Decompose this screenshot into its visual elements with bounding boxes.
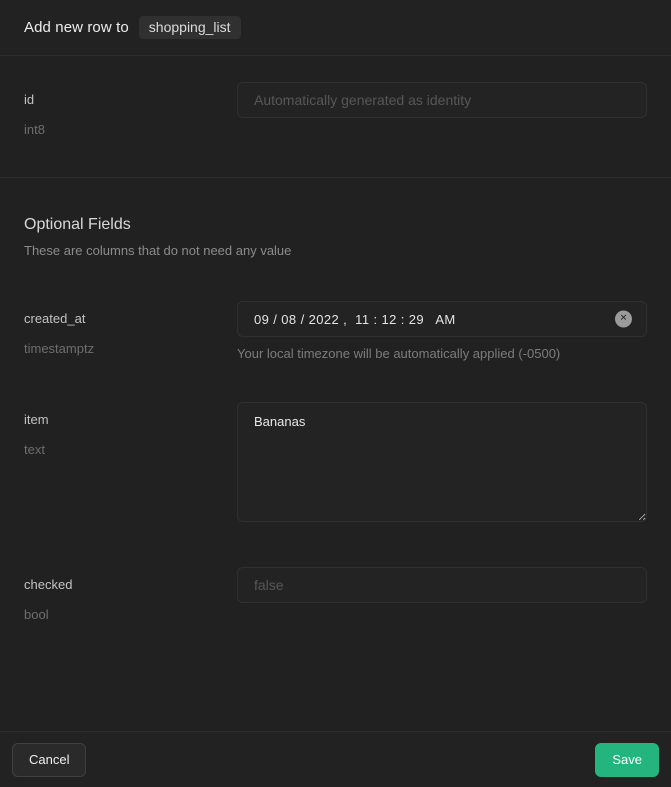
checked-input[interactable]: [237, 567, 647, 603]
field-name-created-at: created_at: [24, 311, 237, 326]
add-row-panel: Add new row to shopping_list id int8 Opt…: [0, 0, 671, 787]
id-input[interactable]: [237, 82, 647, 118]
field-type-item: text: [24, 442, 237, 457]
field-type-created-at: timestamptz: [24, 341, 237, 356]
field-row-created-at: created_at timestamptz 09 / 08 / 2022 , …: [0, 301, 671, 361]
field-type-id: int8: [24, 122, 237, 137]
field-name-checked: checked: [24, 577, 237, 592]
required-fields-section: id int8: [0, 56, 671, 178]
cancel-button[interactable]: Cancel: [12, 743, 86, 777]
table-name-badge: shopping_list: [139, 16, 241, 39]
created-at-datetime-input[interactable]: 09 / 08 / 2022 , 11 : 12 : 29 AM ✕: [237, 301, 647, 337]
field-control-item: Bananas: [237, 402, 647, 527]
circle-x-icon: ✕: [620, 315, 628, 324]
optional-fields-section: Optional Fields These are columns that d…: [0, 178, 671, 622]
optional-fields-title: Optional Fields: [24, 216, 647, 234]
field-labels-id: id int8: [24, 82, 237, 137]
panel-header: Add new row to shopping_list: [0, 0, 671, 56]
field-name-item: item: [24, 412, 237, 427]
item-textarea[interactable]: Bananas: [237, 402, 647, 522]
field-row-checked: checked bool: [0, 567, 671, 622]
clear-datetime-button[interactable]: ✕: [615, 311, 632, 328]
field-labels-item: item text: [24, 402, 237, 457]
timezone-helper-text: Your local timezone will be automaticall…: [237, 346, 647, 361]
field-control-checked: [237, 567, 647, 603]
field-name-id: id: [24, 92, 237, 107]
panel-content: id int8 Optional Fields These are column…: [0, 56, 671, 731]
field-row-item: item text Bananas: [0, 402, 671, 527]
field-labels-created-at: created_at timestamptz: [24, 301, 237, 356]
created-at-value: 09 / 08 / 2022 , 11 : 12 : 29 AM: [254, 312, 456, 327]
optional-fields-subtitle: These are columns that do not need any v…: [24, 243, 647, 258]
save-button[interactable]: Save: [595, 743, 659, 777]
panel-title: Add new row to: [24, 19, 129, 36]
field-control-id: [237, 82, 647, 118]
field-type-checked: bool: [24, 607, 237, 622]
field-control-created-at: 09 / 08 / 2022 , 11 : 12 : 29 AM ✕ Your …: [237, 301, 647, 361]
optional-fields-heading-wrap: Optional Fields These are columns that d…: [0, 216, 671, 258]
field-labels-checked: checked bool: [24, 567, 237, 622]
panel-footer: Cancel Save: [0, 731, 671, 787]
field-row-id: id int8: [0, 82, 671, 137]
